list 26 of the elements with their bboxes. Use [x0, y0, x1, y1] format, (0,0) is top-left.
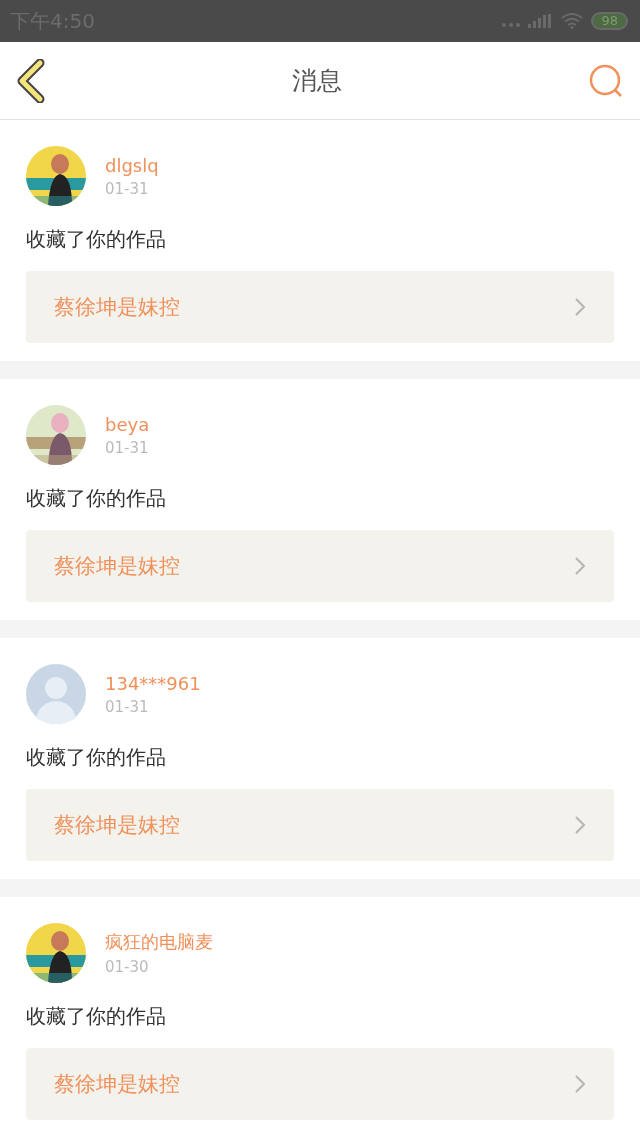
message-text: 收藏了你的作品	[26, 226, 167, 253]
search-icon	[588, 62, 624, 99]
chevron-right-icon	[574, 556, 586, 576]
message-text: 收藏了你的作品	[26, 744, 167, 771]
username[interactable]: 134***961	[105, 672, 201, 694]
message-date: 01-31	[105, 438, 150, 457]
page-title: 消息	[292, 65, 342, 97]
chevron-right-icon	[574, 1074, 586, 1094]
wifi-icon	[561, 13, 584, 29]
work-link[interactable]: 蔡徐坤是妹控	[26, 789, 614, 861]
message-date: 01-31	[105, 179, 150, 198]
default-avatar-icon	[26, 664, 86, 724]
message-date: 01-31	[105, 697, 150, 716]
username[interactable]: beya	[105, 413, 150, 435]
message-text: 收藏了你的作品	[26, 1003, 167, 1030]
username[interactable]: dlgslq	[105, 154, 159, 176]
work-link[interactable]: 蔡徐坤是妹控	[26, 1048, 614, 1120]
signal-icon	[501, 14, 554, 28]
message-date: 01-30	[105, 958, 150, 976]
message-text: 收藏了你的作品	[26, 485, 167, 512]
username[interactable]: 疯狂的电脑麦	[105, 930, 213, 954]
work-link[interactable]: 蔡徐坤是妹控	[26, 271, 614, 343]
work-link[interactable]: 蔡徐坤是妹控	[26, 530, 614, 602]
chevron-right-icon	[574, 815, 586, 835]
chevron-right-icon	[574, 297, 586, 317]
back-button[interactable]	[16, 58, 46, 103]
